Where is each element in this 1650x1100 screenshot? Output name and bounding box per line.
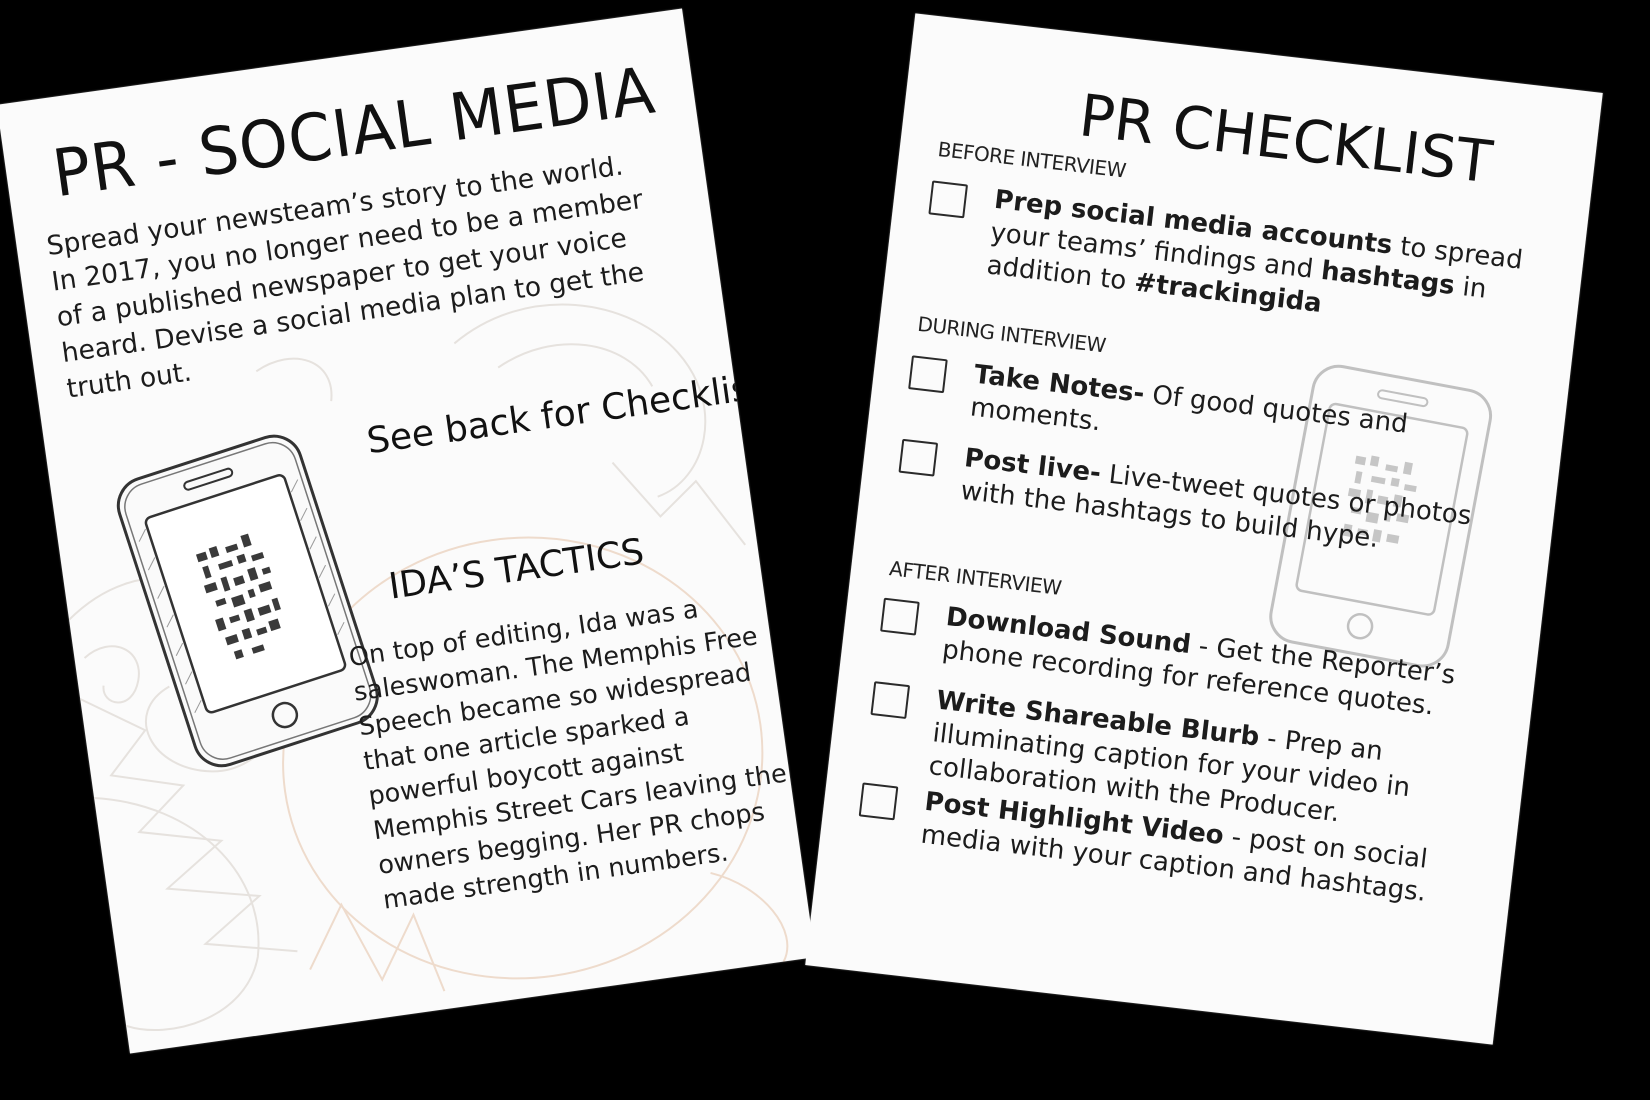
smartphone-illustration	[116, 434, 379, 768]
checkbox[interactable]	[908, 355, 948, 394]
checkbox[interactable]	[858, 782, 899, 821]
tactics-paragraph: On top of editing, Ida was a saleswoman.…	[347, 594, 789, 916]
checkbox[interactable]	[870, 681, 911, 720]
pr-social-media-card: PR - SOCIAL MEDIA Spread your newsteam’s…	[0, 8, 816, 1054]
checkbox[interactable]	[898, 438, 939, 477]
pr-checklist-card: PR CHECKLIST BEFORE INTERVIEW Prep socia…	[805, 13, 1603, 1045]
checkbox[interactable]	[880, 597, 920, 636]
checkbox[interactable]	[928, 180, 969, 219]
stage: PR - SOCIAL MEDIA Spread your newsteam’s…	[0, 0, 1650, 1100]
